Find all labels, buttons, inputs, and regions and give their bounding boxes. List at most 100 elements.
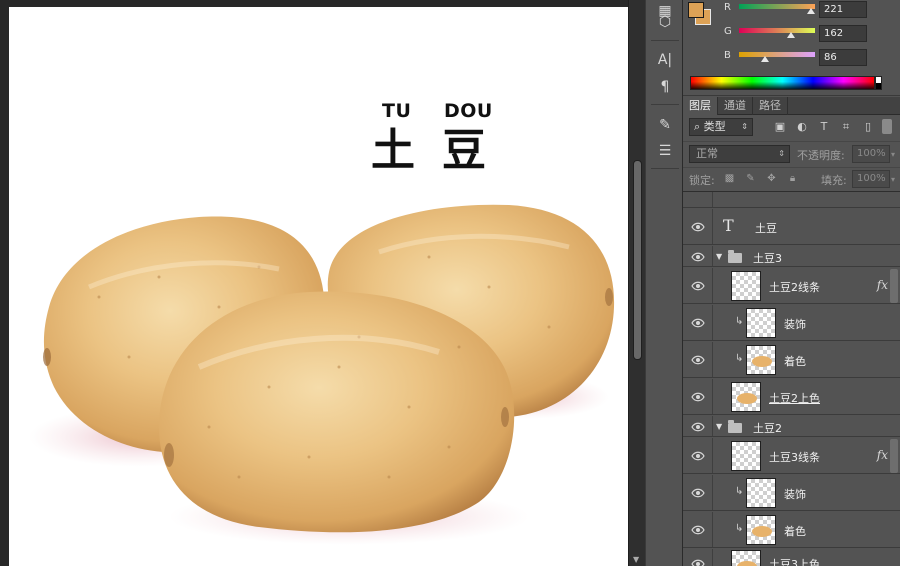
lock-row: 锁定: ▩ ✎ ✥ 🔒︎ 填充: 100% ▾: [683, 167, 900, 189]
canvas-area[interactable]: TU DOU 土 豆: [0, 0, 628, 566]
fx-icon[interactable]: fx: [877, 278, 888, 292]
layer-name[interactable]: 装饰: [784, 486, 806, 502]
black-white-swatch[interactable]: [875, 76, 882, 90]
fx-icon[interactable]: fx: [877, 448, 888, 462]
layer-name[interactable]: 土豆3上色: [769, 556, 820, 566]
opacity-label: 不透明度:: [797, 149, 845, 162]
layer-name[interactable]: 着色: [784, 353, 806, 369]
potato-eye: [43, 348, 51, 366]
layer-row-clipped[interactable]: ↳ 着色: [683, 512, 900, 548]
layer-thumbnail: [746, 308, 776, 338]
folder-icon: [728, 250, 742, 263]
slider-knob[interactable]: [807, 8, 815, 14]
fill-field[interactable]: 100%: [852, 170, 890, 188]
layer-name[interactable]: 土豆3线条: [769, 449, 820, 465]
lock-label: 锁定:: [689, 174, 715, 187]
thumbnail-preview: [737, 561, 757, 566]
expand-triangle-icon[interactable]: ▼: [716, 252, 722, 261]
chevron-down-icon[interactable]: ▾: [891, 150, 895, 159]
layer-row-clipped[interactable]: ↳ 装饰: [683, 305, 900, 341]
vertical-scrollbar[interactable]: ▼: [628, 0, 645, 566]
filter-toggle-icon[interactable]: [882, 119, 892, 134]
layer-name[interactable]: 着色: [784, 523, 806, 539]
3d-panel-icon[interactable]: ⬡: [652, 11, 678, 33]
adjustments-panel-icon[interactable]: ☰: [652, 140, 678, 162]
layer-name[interactable]: 土豆: [755, 220, 777, 236]
green-value-field[interactable]: 162: [819, 25, 867, 42]
brush-panel-icon[interactable]: ✎: [652, 114, 678, 136]
slider-knob[interactable]: [787, 32, 795, 38]
layer-row-group[interactable]: ▼ 土豆3: [683, 246, 900, 267]
fx-expand-handle[interactable]: [890, 439, 898, 473]
scroll-down-icon[interactable]: ▼: [633, 555, 639, 564]
layer-name[interactable]: 土豆3: [753, 250, 782, 266]
potato-eye: [164, 443, 174, 467]
layer-name[interactable]: 土豆2: [753, 420, 782, 436]
foreground-color-swatch[interactable]: [688, 2, 704, 18]
lock-all-icon[interactable]: 🔒︎: [786, 172, 799, 185]
scrollbar-thumb[interactable]: [633, 160, 642, 360]
layer-row-clipped[interactable]: ↳ 装饰: [683, 475, 900, 511]
character-panel-icon[interactable]: A|: [652, 49, 678, 71]
eye-icon[interactable]: [691, 279, 705, 293]
green-slider[interactable]: [739, 28, 815, 38]
clipping-mask-icon: ↳: [735, 486, 744, 497]
tab-paths[interactable]: 路径: [753, 97, 788, 115]
fx-expand-handle[interactable]: [890, 269, 898, 303]
layers-list[interactable]: T 土豆 ▼ 土豆3 土豆2线条 fx ↳ 装饰 ↳ 着色 土豆2上色 ▼ 土豆…: [683, 191, 900, 566]
eye-icon[interactable]: [691, 557, 705, 566]
layer-row-text[interactable]: T 土豆: [683, 209, 900, 245]
layer-row-clipped[interactable]: ↳ 着色: [683, 342, 900, 378]
tab-layers[interactable]: 图层: [683, 97, 718, 115]
fill-label: 填充:: [821, 174, 847, 187]
eye-icon[interactable]: [691, 390, 705, 404]
adjustment-filter-icon[interactable]: ◐: [795, 119, 809, 134]
blend-row: 正常 ⇕ 不透明度: 100% ▾: [683, 141, 900, 165]
layer-kind-filter-select[interactable]: ⌕ 类型 ⇕: [689, 118, 753, 136]
eye-icon[interactable]: [691, 449, 705, 463]
paragraph-panel-icon[interactable]: ¶: [652, 76, 678, 98]
right-panel: R 221 G 162 B 86 图层 通道 路径 ⌕ 类型 ⇕ ▣ ◐ T ⌗…: [683, 0, 900, 566]
type-filter-icon[interactable]: T: [817, 119, 831, 134]
eye-icon[interactable]: [691, 220, 705, 234]
potato-eye: [501, 407, 509, 427]
kind-filter-label: 类型: [703, 120, 726, 133]
slider-knob[interactable]: [761, 56, 769, 62]
layer-row[interactable]: 土豆3上色: [683, 549, 900, 566]
pixel-filter-icon[interactable]: ▣: [773, 119, 787, 134]
document-canvas[interactable]: TU DOU 土 豆: [9, 7, 628, 566]
panel-tabs: 图层 通道 路径: [683, 97, 900, 115]
eye-icon[interactable]: [691, 250, 705, 264]
eye-icon[interactable]: [691, 486, 705, 500]
blue-slider[interactable]: [739, 52, 815, 62]
tab-channels[interactable]: 通道: [718, 97, 753, 115]
blue-value-field[interactable]: 86: [819, 49, 867, 66]
color-spectrum-bar[interactable]: [690, 76, 875, 90]
lock-transparent-pixels-icon[interactable]: ▩: [723, 172, 736, 185]
shape-filter-icon[interactable]: ⌗: [839, 119, 853, 134]
chevron-down-icon[interactable]: ▾: [891, 175, 895, 184]
blend-mode-select[interactable]: 正常 ⇕: [689, 145, 790, 163]
layer-thumbnail: [731, 382, 761, 412]
red-value-field[interactable]: 221: [819, 1, 867, 18]
eye-icon[interactable]: [691, 316, 705, 330]
red-slider[interactable]: [739, 4, 815, 14]
color-panel: R 221 G 162 B 86: [683, 0, 900, 96]
layer-row[interactable]: 土豆2线条 fx: [683, 268, 900, 304]
lock-image-pixels-icon[interactable]: ✎: [744, 172, 757, 185]
eye-icon[interactable]: [691, 420, 705, 434]
layer-row[interactable]: 土豆3线条 fx: [683, 438, 900, 474]
thumbnail-preview: [737, 393, 757, 404]
layer-name[interactable]: 土豆2线条: [769, 279, 820, 295]
layer-name[interactable]: 装饰: [784, 316, 806, 332]
eye-icon[interactable]: [691, 353, 705, 367]
layer-row-partial[interactable]: [683, 192, 900, 208]
eye-icon[interactable]: [691, 523, 705, 537]
layer-name[interactable]: 土豆2上色: [769, 390, 820, 406]
layer-row[interactable]: 土豆2上色: [683, 379, 900, 415]
lock-position-icon[interactable]: ✥: [765, 172, 778, 185]
expand-triangle-icon[interactable]: ▼: [716, 422, 722, 431]
layer-row-group[interactable]: ▼ 土豆2: [683, 416, 900, 437]
smart-object-filter-icon[interactable]: ▯: [861, 119, 875, 134]
opacity-field[interactable]: 100%: [852, 145, 890, 163]
